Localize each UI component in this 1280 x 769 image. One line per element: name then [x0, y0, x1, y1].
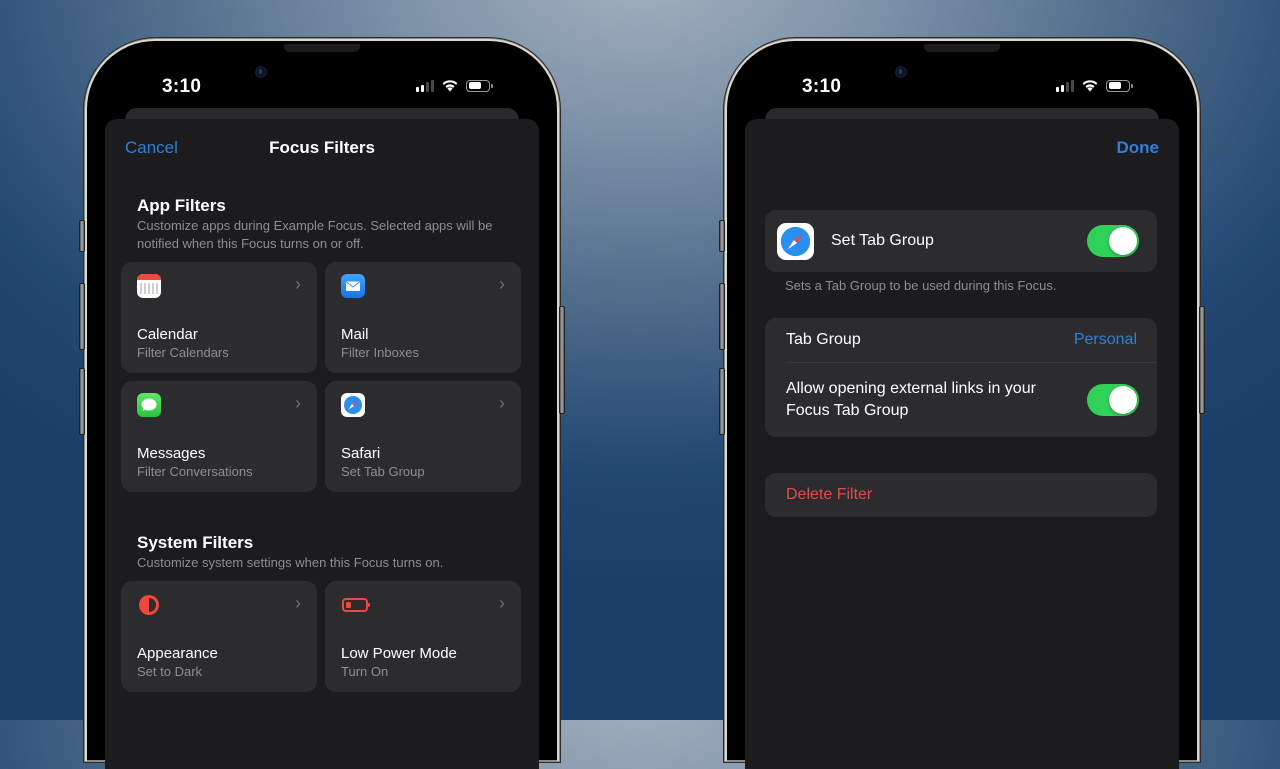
row-divider: [786, 362, 1157, 363]
volume-down-button: [79, 368, 85, 435]
power-button: [1199, 306, 1205, 414]
filter-card-calendar[interactable]: › Calendar Filter Calendars: [121, 262, 317, 373]
speaker-grille: [924, 44, 1000, 52]
card-title: Calendar: [137, 326, 198, 343]
volume-down-button: [719, 368, 725, 435]
card-subtitle: Set Tab Group: [341, 464, 425, 479]
card-title: Appearance: [137, 645, 218, 662]
delete-filter-button[interactable]: Delete Filter: [765, 473, 1157, 517]
cellular-signal-icon: [1056, 79, 1074, 92]
tab-group-settings: Tab Group Personal Allow opening externa…: [765, 318, 1157, 437]
set-tab-group-label: Set Tab Group: [831, 232, 934, 249]
battery-icon: [466, 79, 493, 92]
card-title: Messages: [137, 445, 206, 462]
chevron-right-icon: ›: [499, 274, 505, 294]
set-tab-group-row: Set Tab Group: [765, 210, 1157, 272]
done-button[interactable]: Done: [1117, 138, 1160, 158]
volume-up-button: [719, 283, 725, 350]
chevron-right-icon: ›: [295, 274, 301, 294]
speaker-grille: [284, 44, 360, 52]
external-links-line2: Focus Tab Group: [786, 402, 909, 419]
status-time: 3:10: [802, 76, 842, 97]
external-links-label: Allow opening external links in your Foc…: [786, 378, 1036, 422]
chevron-right-icon: ›: [499, 593, 505, 613]
mail-icon: [341, 274, 365, 298]
set-tab-group-note: Sets a Tab Group to be used during this …: [785, 278, 1057, 293]
silent-switch: [79, 220, 85, 252]
system-filters-title: System Filters: [137, 533, 254, 552]
focus-filters-sheet: Cancel Focus Filters App Filters Customi…: [105, 119, 539, 769]
chevron-right-icon: ›: [295, 593, 301, 613]
card-title: Low Power Mode: [341, 645, 457, 662]
cellular-signal-icon: [416, 79, 434, 92]
card-subtitle: Filter Calendars: [137, 345, 229, 360]
app-filters-title: App Filters: [137, 196, 226, 215]
safari-icon: [777, 223, 814, 260]
power-button: [559, 306, 565, 414]
chevron-right-icon: ›: [295, 393, 301, 413]
card-subtitle: Turn On: [341, 664, 389, 679]
system-filters-description: Customize system settings when this Focu…: [137, 555, 444, 570]
volume-up-button: [79, 283, 85, 350]
filter-card-messages[interactable]: › Messages Filter Conversations: [121, 381, 317, 492]
wifi-icon: [1082, 80, 1098, 92]
card-subtitle: Set to Dark: [137, 664, 203, 679]
front-camera: [895, 66, 907, 78]
filter-card-mail[interactable]: › Mail Filter Inboxes: [325, 262, 521, 373]
messages-icon: [137, 393, 161, 417]
status-time: 3:10: [162, 76, 202, 97]
status-icons: [1056, 79, 1133, 92]
set-tab-group-toggle[interactable]: [1087, 225, 1139, 257]
silent-switch: [719, 220, 725, 252]
status-icons: [416, 79, 493, 92]
front-camera: [255, 66, 267, 78]
appearance-icon: [137, 593, 161, 617]
chevron-right-icon: ›: [499, 393, 505, 413]
card-subtitle: Filter Conversations: [137, 464, 253, 479]
page-title: Focus Filters: [269, 138, 375, 157]
safari-filter-sheet: Done Set Tab Group Sets a Tab Group to b…: [745, 119, 1179, 769]
card-title: Safari: [341, 445, 381, 462]
filter-card-safari[interactable]: › Safari Set Tab Group: [325, 381, 521, 492]
battery-icon: [1106, 79, 1133, 92]
app-filters-description: Customize apps during Example Focus. Sel…: [137, 218, 493, 251]
tab-group-label: Tab Group: [786, 331, 861, 348]
low-power-battery-icon: [341, 593, 370, 617]
phone-right: 3:10 Done Set Tab Group Sets a Tab Group…: [719, 39, 1205, 769]
card-title: Mail: [341, 326, 369, 343]
filter-card-appearance[interactable]: › Appearance Set to Dark: [121, 581, 317, 692]
external-links-line1: Allow opening external links in your: [786, 380, 1036, 397]
delete-filter-label: Delete Filter: [786, 486, 873, 503]
safari-icon: [341, 393, 365, 417]
external-links-toggle[interactable]: [1087, 384, 1139, 416]
phone-left: 3:10 Cancel Focus Filters App Filters Cu…: [79, 39, 565, 769]
calendar-icon: [137, 274, 161, 298]
tab-group-value[interactable]: Personal: [1074, 329, 1137, 351]
filter-card-low-power-mode[interactable]: › Low Power Mode Turn On: [325, 581, 521, 692]
card-subtitle: Filter Inboxes: [341, 345, 420, 360]
tab-group-row[interactable]: Tab Group Personal: [765, 318, 1157, 362]
wifi-icon: [442, 80, 458, 92]
